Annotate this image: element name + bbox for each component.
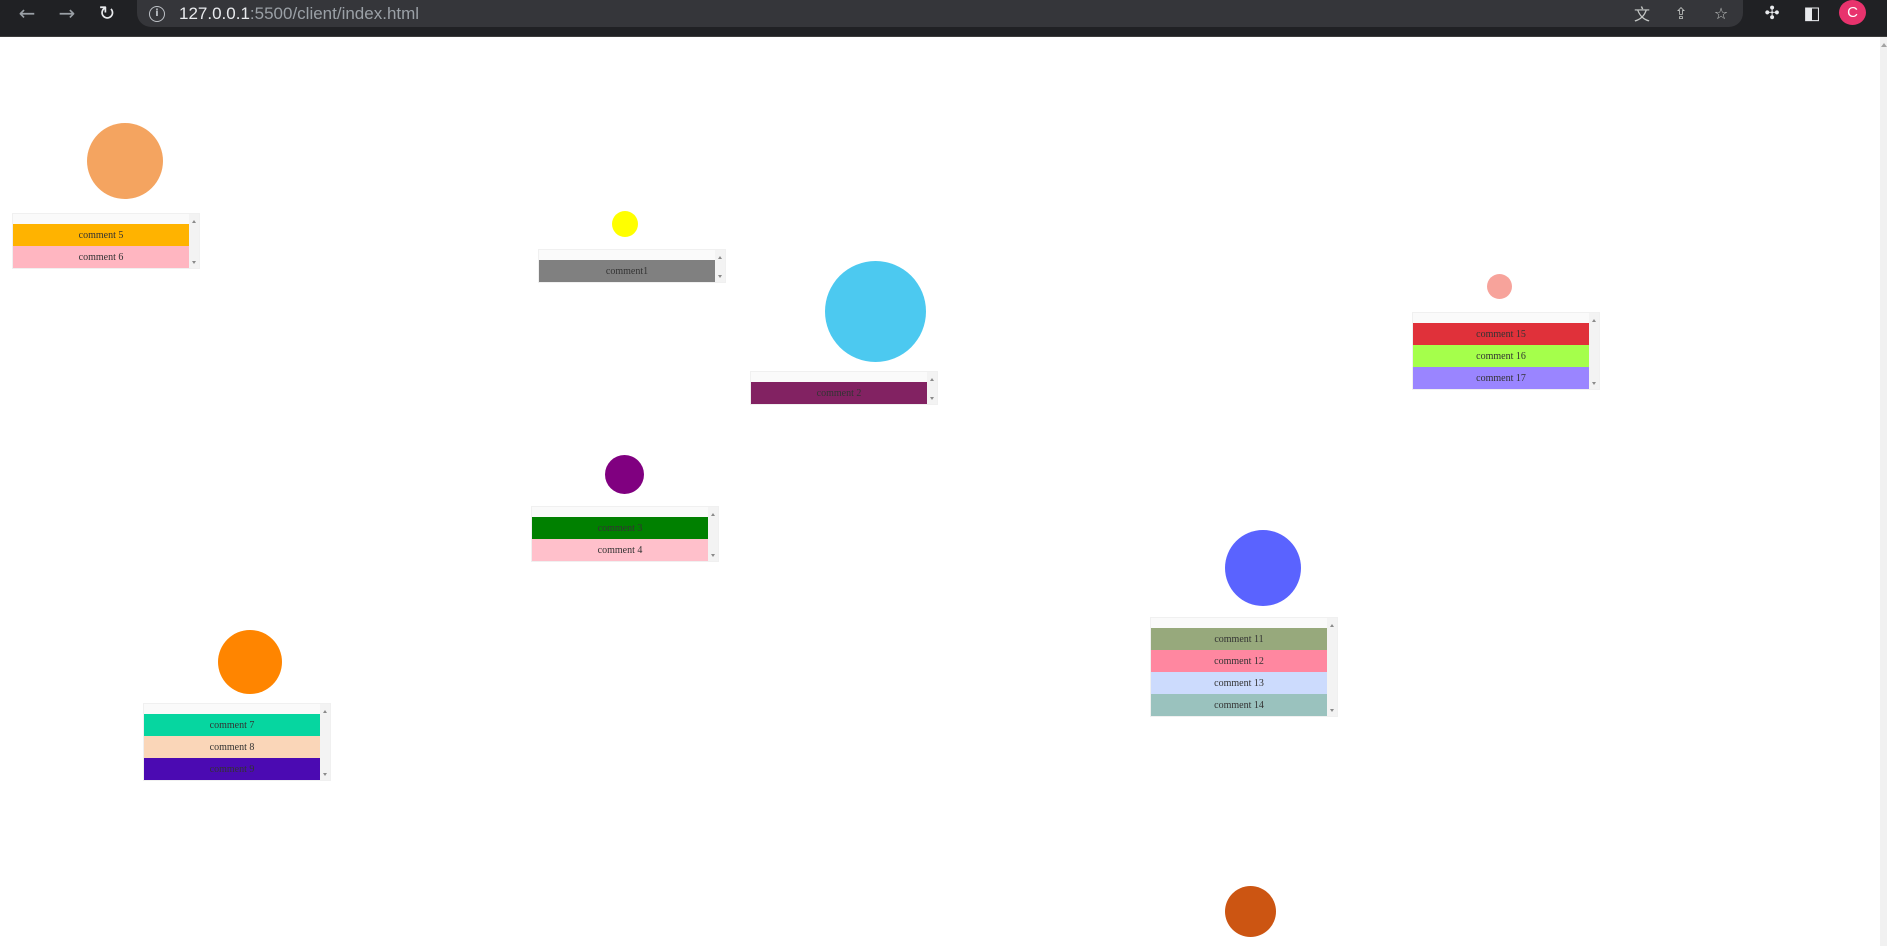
comment-item[interactable]: comment 16 <box>1413 345 1589 367</box>
comment-item[interactable]: comment 12 <box>1151 650 1327 672</box>
translate-icon[interactable]: 文 <box>1630 2 1654 24</box>
comment-list[interactable]: comment 5 comment 6 <box>12 213 200 269</box>
comment-item[interactable]: comment 3 <box>532 517 708 539</box>
scroll-up-icon[interactable] <box>323 710 327 713</box>
rust-circle[interactable] <box>1225 886 1276 937</box>
scroll-up-icon[interactable] <box>711 513 715 516</box>
bookmark-star-icon[interactable]: ☆ <box>1709 2 1733 24</box>
scroll-up-icon[interactable] <box>192 220 196 223</box>
comment-item[interactable]: comment 17 <box>1413 367 1589 389</box>
forward-arrow-icon[interactable]: → <box>50 0 84 26</box>
scroll-down-icon[interactable] <box>930 397 934 400</box>
comment-scrollbar[interactable] <box>708 507 718 561</box>
comment-item[interactable]: comment 11 <box>1151 628 1327 650</box>
orange-circle[interactable] <box>218 630 282 694</box>
url-text[interactable]: 127.0.0.1:5500/client/index.html <box>179 4 419 24</box>
reload-icon[interactable]: ↻ <box>90 0 124 26</box>
scroll-up-icon[interactable] <box>1881 43 1887 47</box>
scroll-down-icon[interactable] <box>711 554 715 557</box>
scroll-up-icon[interactable] <box>718 256 722 259</box>
comment-scrollbar[interactable] <box>1589 313 1599 389</box>
comment-item[interactable]: comment 8 <box>144 736 320 758</box>
profile-avatar[interactable]: C <box>1839 0 1866 25</box>
peach-circle[interactable] <box>87 123 163 199</box>
comment-item[interactable]: comment 2 <box>751 382 927 404</box>
site-info-icon[interactable]: i <box>149 5 165 22</box>
sky-circle[interactable] <box>825 261 926 362</box>
yellow-circle[interactable] <box>612 211 638 237</box>
side-panel-icon[interactable]: ◧ <box>1798 1 1826 25</box>
scroll-down-icon[interactable] <box>718 275 722 278</box>
extensions-puzzle-icon[interactable]: ✣ <box>1758 1 1786 25</box>
comment-list[interactable]: comment 2 <box>750 371 938 405</box>
share-icon[interactable]: ⇪ <box>1669 2 1693 24</box>
purple-circle[interactable] <box>605 455 644 494</box>
comment-list[interactable]: comment 15 comment 16 comment 17 <box>1412 312 1600 390</box>
comment-scrollbar[interactable] <box>320 704 330 780</box>
comment-item[interactable]: comment 4 <box>532 539 708 561</box>
scroll-up-icon[interactable] <box>930 378 934 381</box>
address-bar[interactable]: i 127.0.0.1:5500/client/index.html 文 ⇪ ☆ <box>137 0 1743 27</box>
comment-item[interactable]: comment 5 <box>13 224 189 246</box>
comment-item[interactable]: comment 6 <box>13 246 189 268</box>
scroll-down-icon[interactable] <box>1592 382 1596 385</box>
comment-list[interactable]: comment1 <box>538 249 726 283</box>
scroll-down-icon[interactable] <box>323 773 327 776</box>
url-host: 127.0.0.1 <box>179 3 250 23</box>
comment-scrollbar[interactable] <box>715 250 725 282</box>
comment-scrollbar[interactable] <box>927 372 937 404</box>
url-path: :5500/client/index.html <box>249 3 420 23</box>
comment-item[interactable]: comment 14 <box>1151 694 1327 716</box>
back-arrow-icon[interactable]: ← <box>10 0 44 26</box>
comment-list[interactable]: comment 11 comment 12 comment 13 comment 14 <box>1150 617 1338 717</box>
comment-item[interactable]: comment 9 <box>144 758 320 780</box>
comment-scrollbar[interactable] <box>189 214 199 268</box>
scroll-up-icon[interactable] <box>1330 624 1334 627</box>
comment-item[interactable]: comment 13 <box>1151 672 1327 694</box>
scroll-down-icon[interactable] <box>1330 709 1334 712</box>
scroll-down-icon[interactable] <box>192 261 196 264</box>
comment-list[interactable]: comment 3 comment 4 <box>531 506 719 562</box>
scroll-up-icon[interactable] <box>1592 319 1596 322</box>
blue-circle[interactable] <box>1225 530 1301 606</box>
page-scrollbar[interactable] <box>1880 37 1887 946</box>
salmon-circle[interactable] <box>1487 274 1512 299</box>
comment-item[interactable]: comment 7 <box>144 714 320 736</box>
comment-item[interactable]: comment 15 <box>1413 323 1589 345</box>
comment-list[interactable]: comment 7 comment 8 comment 9 <box>143 703 331 781</box>
comment-item[interactable]: comment1 <box>539 260 715 282</box>
browser-toolbar: ← → ↻ i 127.0.0.1:5500/client/index.html… <box>0 0 1887 37</box>
comment-scrollbar[interactable] <box>1327 618 1337 716</box>
